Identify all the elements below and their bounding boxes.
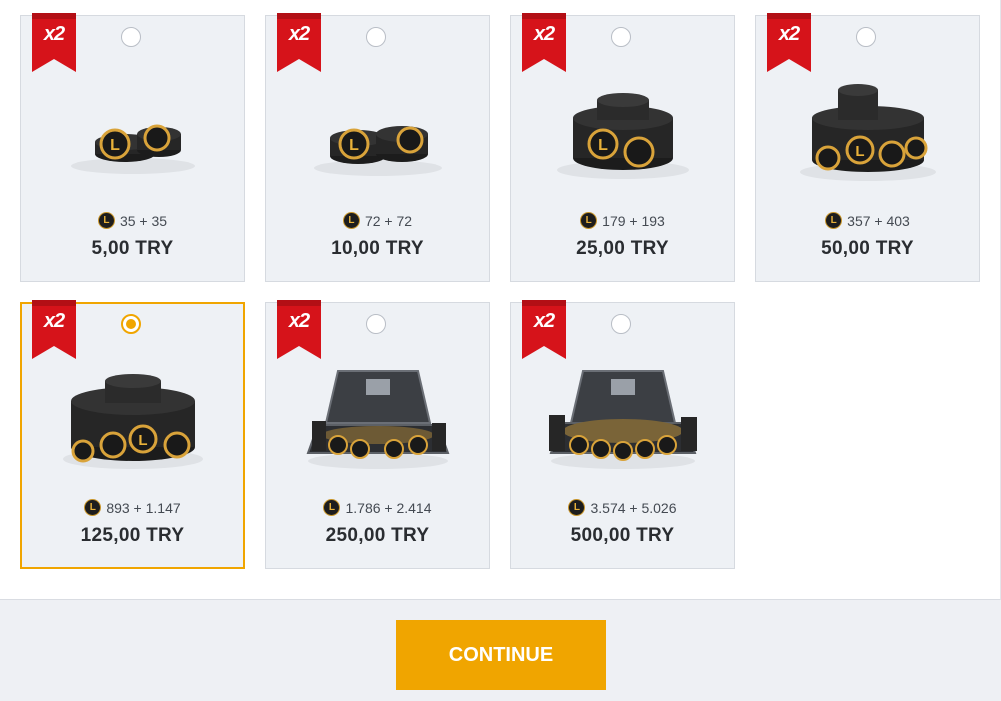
- package-radio-selected[interactable]: [121, 314, 141, 334]
- package-card-2[interactable]: x2 L 72 + 72 10,00 TRY: [265, 13, 490, 282]
- package-price: 25,00 TRY: [576, 238, 669, 259]
- coin-stack-large-icon: L: [800, 84, 936, 181]
- coin-icon: [342, 212, 360, 229]
- coin-amount: 72 + 72: [266, 211, 489, 231]
- x2-ribbon: x2: [767, 13, 811, 72]
- coin-briefcase-full-icon: [549, 370, 697, 469]
- x2-badge-label: x2: [43, 23, 65, 45]
- package-radio[interactable]: [856, 27, 876, 47]
- package-price: 125,00 TRY: [80, 525, 185, 546]
- coin-icon: [97, 212, 115, 229]
- coin-amount-text: 3.574 + 5.026: [590, 500, 677, 516]
- package-price: 10,00 TRY: [331, 238, 424, 259]
- package-radio[interactable]: [121, 27, 141, 47]
- svg-text:L: L: [138, 432, 147, 449]
- coin-amount-text: 357 + 403: [847, 213, 910, 229]
- package-radio[interactable]: [366, 314, 386, 334]
- coin-amount: 3.574 + 5.026: [511, 498, 734, 518]
- package-radio[interactable]: [366, 27, 386, 47]
- x2-badge-label: x2: [288, 23, 310, 45]
- x2-ribbon: x2: [32, 300, 76, 359]
- package-card-3[interactable]: x2 L 179 + 193 25,00 TRY: [510, 13, 735, 282]
- coin-amount: 1.786 + 2.414: [266, 498, 489, 518]
- coin-briefcase-icon: [306, 370, 450, 469]
- coin-amount-text: 72 + 72: [364, 213, 413, 229]
- package-price: 250,00 TRY: [325, 525, 430, 546]
- coin-amount-text: 1.786 + 2.414: [345, 500, 432, 516]
- coin-pile-small-icon: L: [71, 124, 195, 174]
- coin-icon: [323, 499, 341, 516]
- coin-amount-text: 179 + 193: [602, 213, 665, 229]
- x2-ribbon: x2: [522, 13, 566, 72]
- package-radio[interactable]: [611, 27, 631, 47]
- x2-badge-label: x2: [43, 310, 65, 332]
- coin-amount: 35 + 35: [21, 211, 244, 231]
- coin-amount: 893 + 1.147: [22, 498, 243, 518]
- x2-ribbon: x2: [522, 300, 566, 359]
- coin-amount-text: 893 + 1.147: [106, 500, 181, 516]
- coin-stack-icon: L: [557, 93, 689, 179]
- coin-icon: [568, 499, 586, 516]
- package-card-4[interactable]: x2 L 357 + 403 50,00 TRY: [755, 13, 980, 282]
- svg-text:L: L: [598, 137, 608, 154]
- coin-amount: 179 + 193: [511, 211, 734, 231]
- coin-pile-large-icon: L: [63, 374, 203, 469]
- x2-badge-label: x2: [533, 310, 555, 332]
- package-card-7[interactable]: x2 3.574 + 5.026 500,00 TRY: [510, 300, 735, 569]
- svg-text:L: L: [110, 137, 120, 154]
- package-price: 500,00 TRY: [570, 525, 675, 546]
- package-card-5[interactable]: x2 L 893 + 1.147 125,00 TRY: [20, 300, 245, 569]
- package-price: 50,00 TRY: [821, 238, 914, 259]
- continue-button[interactable]: CONTINUE: [396, 620, 606, 690]
- svg-text:L: L: [349, 137, 359, 154]
- coin-pile-small-icon: L: [314, 126, 442, 176]
- coin-amount: 357 + 403: [756, 211, 979, 231]
- coin-icon: [580, 212, 598, 229]
- package-price: 5,00 TRY: [91, 238, 174, 259]
- x2-ribbon: x2: [277, 300, 321, 359]
- package-card-6[interactable]: x2 1.786 + 2.414 250,00 TRY: [265, 300, 490, 569]
- svg-text:L: L: [855, 143, 864, 160]
- package-radio[interactable]: [611, 314, 631, 334]
- x2-badge-label: x2: [778, 23, 800, 45]
- coin-icon: [84, 499, 102, 516]
- package-card-1[interactable]: x2 L 35 + 35 5,00 TRY: [20, 13, 245, 282]
- coin-amount-text: 35 + 35: [119, 213, 168, 229]
- coin-icon: [825, 212, 843, 229]
- x2-ribbon: x2: [277, 13, 321, 72]
- package-panel: x2 L 35 + 35 5,00 TRY x2: [0, 0, 1001, 600]
- x2-badge-label: x2: [533, 23, 555, 45]
- x2-ribbon: x2: [32, 13, 76, 72]
- x2-badge-label: x2: [288, 310, 310, 332]
